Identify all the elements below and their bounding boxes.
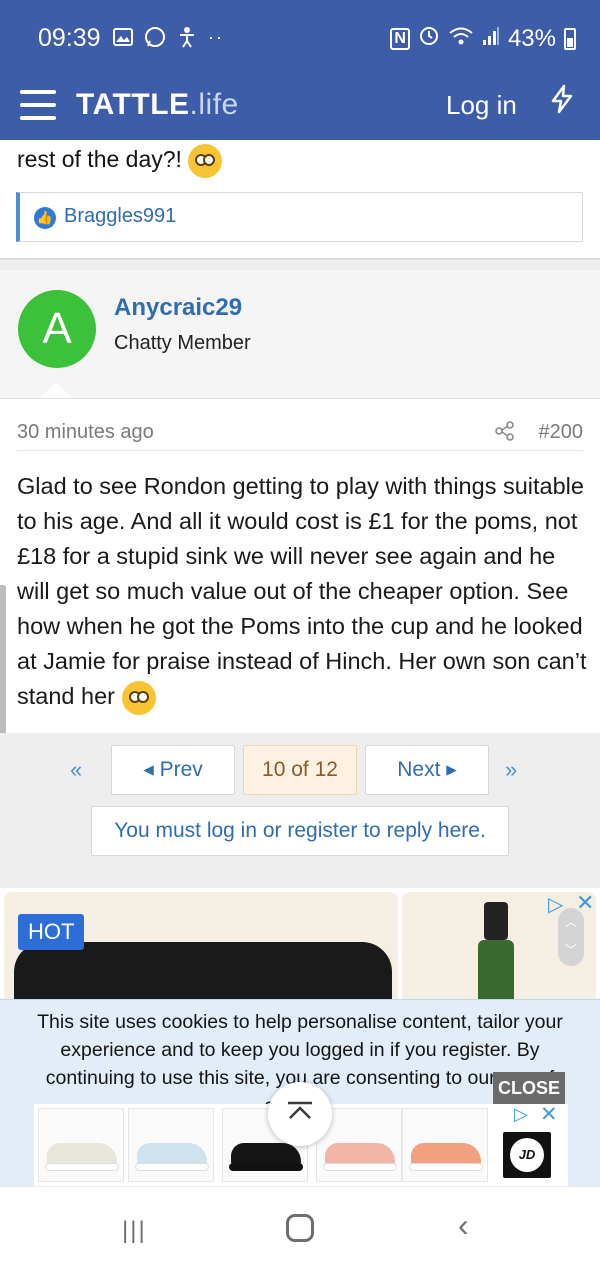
post-meta: 30 minutes ago #200 [17, 419, 583, 451]
home-icon[interactable] [286, 1214, 314, 1242]
system-nav-bar: ||| ‹ [0, 1186, 600, 1266]
status-time: 09:39 [38, 24, 101, 52]
reactions-bar[interactable]: 👍 Braggles991 [16, 192, 583, 242]
app-header: TATTLE.life Log in [0, 78, 600, 144]
more-notifications-icon: ·· [208, 26, 224, 47]
relieved-emoji-icon [121, 680, 156, 715]
post-message: 30 minutes ago #200 Glad to see Rondon g… [0, 398, 600, 733]
notification-icons: ·· [112, 26, 224, 48]
reaction-user[interactable]: Braggles991 [64, 205, 176, 228]
post-date[interactable]: 30 minutes ago [17, 421, 154, 444]
whatsapp-icon [144, 26, 166, 48]
current-page-selector[interactable]: 10 of 12 [243, 745, 357, 795]
alarm-icon [418, 24, 440, 53]
ad-image-left[interactable]: HOT [4, 892, 398, 1008]
author-pointer [40, 382, 72, 398]
recent-apps-icon[interactable]: ||| [122, 1217, 147, 1245]
post-divider [0, 258, 600, 270]
scroll-to-top-button[interactable] [268, 1082, 332, 1146]
menu-icon[interactable] [20, 90, 56, 120]
status-bar: 09:39 ·· N 43% [0, 0, 600, 78]
shoe-product-1[interactable] [38, 1108, 124, 1182]
bottle-cap-image [484, 902, 508, 940]
system-icons: N 43% [390, 24, 576, 53]
next-page-button[interactable]: Next ▸ [365, 745, 489, 795]
hot-badge: HOT [18, 914, 85, 950]
user-title: Chatty Member [114, 332, 251, 354]
nfc-icon: N [390, 27, 410, 50]
back-icon[interactable]: ‹ [458, 1207, 469, 1244]
jd-logo[interactable]: JD [503, 1132, 551, 1178]
username-link[interactable]: Anycraic29 [114, 294, 242, 322]
shoe-product-2[interactable] [128, 1108, 214, 1182]
prev-page-button[interactable]: ◂ Prev [111, 745, 235, 795]
pagination-area: « ◂ Prev 10 of 12 Next ▸ » You must log … [0, 733, 600, 888]
accessibility-icon [176, 26, 198, 48]
whats-new-icon[interactable] [549, 84, 575, 121]
login-to-reply-button[interactable]: You must log in or register to reply her… [91, 806, 509, 856]
last-page-icon[interactable]: » [505, 757, 517, 783]
bottle-image [478, 940, 514, 1008]
image-icon [112, 26, 134, 48]
ad-scroll-control[interactable]: ︿ ﹀ [558, 908, 584, 966]
shoe-product-5[interactable] [402, 1108, 488, 1182]
post-author: A Anycraic29 Chatty Member [0, 270, 600, 398]
adchoices-icon[interactable]: ▷ [514, 1104, 528, 1125]
like-icon: 👍 [34, 207, 56, 229]
ad-banner[interactable]: HOT ▷ ✕ ︿ ﹀ [0, 888, 600, 1008]
site-logo[interactable]: TATTLE.life [76, 88, 239, 122]
first-page-icon[interactable]: « [70, 757, 82, 783]
previous-post: rest of the day?! 👍 Braggles991 [0, 140, 600, 260]
share-icon[interactable] [495, 421, 515, 447]
post-text-fragment: rest of the day?! [17, 144, 223, 178]
avatar[interactable]: A [18, 290, 96, 368]
signal-icon [482, 25, 500, 53]
post-number[interactable]: #200 [539, 421, 584, 444]
post-body: Glad to see Rondon getting to play with … [17, 469, 587, 715]
battery-icon [564, 27, 576, 50]
battery-percent: 43% [507, 24, 556, 52]
login-link[interactable]: Log in [446, 90, 517, 121]
wifi-icon [448, 25, 474, 53]
ad-close-icon[interactable]: ✕ [540, 1102, 558, 1127]
eye-roll-emoji-icon [188, 144, 223, 178]
cookie-close-button[interactable]: CLOSE [493, 1072, 565, 1104]
